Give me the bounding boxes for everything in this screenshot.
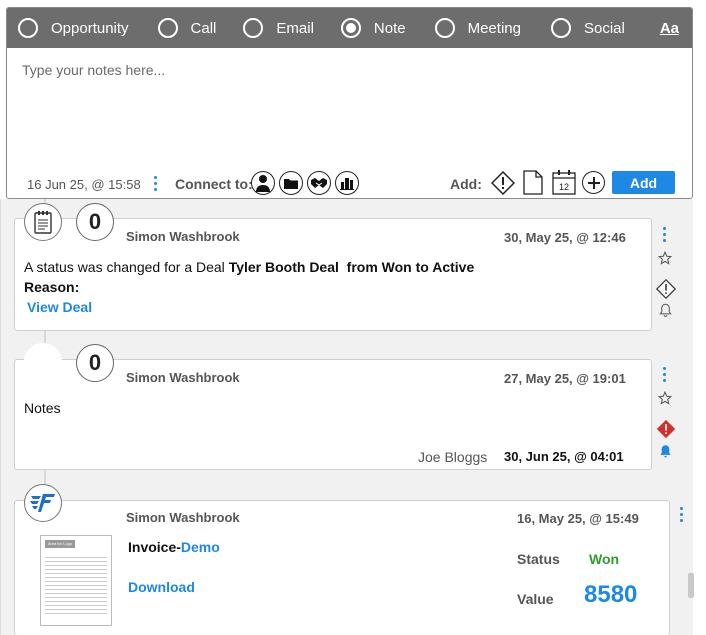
type-option-social[interactable]: Social	[550, 18, 625, 38]
type-option-call[interactable]: Call	[157, 18, 217, 38]
type-label-note: Note	[373, 19, 406, 37]
notes-input[interactable]	[7, 48, 692, 158]
feed-scrollbar[interactable]	[688, 573, 694, 598]
assignee-name: Joe Bloggs	[418, 449, 488, 465]
notepad-icon	[24, 203, 62, 241]
radio-email[interactable]	[243, 18, 264, 38]
card-menu-icon[interactable]	[680, 507, 684, 525]
activity-card: Simon Washbrook 16, May 25, @ 15:49 Area…	[14, 500, 670, 635]
type-label-opportunity: Opportunity	[51, 19, 129, 37]
invoice-title: Invoice-Demo	[128, 539, 220, 555]
star-icon[interactable]	[657, 390, 673, 410]
handshake-icon[interactable]	[307, 171, 331, 195]
add-note-button[interactable]: Add	[612, 171, 675, 194]
document-icon[interactable]	[523, 170, 543, 198]
invoice-link[interactable]: Demo	[181, 539, 220, 555]
card-date: 16, May 25, @ 15:49	[517, 511, 639, 526]
composer-footer: 16 Jun 25, @ 15:58 Connect to: Add: 12 A…	[7, 170, 692, 198]
plus-icon[interactable]	[582, 171, 605, 194]
radio-meeting[interactable]	[434, 18, 455, 38]
card-author: Simon Washbrook	[126, 510, 240, 525]
connect-to-label: Connect to:	[175, 176, 253, 192]
type-option-email[interactable]: Email	[243, 18, 314, 38]
type-option-opportunity[interactable]: Opportunity	[18, 18, 129, 38]
status-change-suffix: from Won to Active	[338, 259, 475, 275]
type-option-meeting[interactable]: Meeting	[434, 18, 521, 38]
view-deal-link[interactable]: View Deal	[27, 299, 92, 315]
empty-icon-circle	[24, 343, 62, 381]
value-label: Value	[517, 591, 554, 607]
brand-f-icon	[24, 484, 62, 522]
activity-card: Simon Washbrook 30, May 25, @ 12:46 A st…	[14, 218, 652, 331]
card-author: Simon Washbrook	[126, 370, 240, 385]
invoice-thumbnail[interactable]: Area for Logo	[40, 535, 112, 626]
calendar-icon[interactable]: 12	[552, 170, 576, 198]
activity-feed: Simon Washbrook 30, May 25, @ 12:46 A st…	[0, 199, 694, 635]
deal-value: 8580	[584, 581, 638, 608]
thumbnail-lines	[45, 554, 107, 614]
card-author: Simon Washbrook	[126, 229, 240, 244]
card-menu-icon[interactable]	[663, 227, 667, 245]
due-date: 30, Jun 25, @ 04:01	[504, 449, 624, 464]
type-label-call: Call	[190, 19, 217, 37]
priority-icon[interactable]	[655, 278, 677, 304]
status-label: Status	[517, 551, 560, 567]
status-change-prefix: A status was changed for a Deal	[24, 259, 229, 275]
bell-icon[interactable]	[659, 303, 672, 322]
comment-count-badge[interactable]: 0	[76, 344, 114, 382]
priority-icon[interactable]	[490, 170, 516, 198]
font-format-toggle[interactable]: Aa	[660, 20, 679, 37]
note-composer: Opportunity Call Email Note Meeting Soci…	[6, 7, 693, 199]
radio-note[interactable]	[340, 18, 361, 38]
thumbnail-logo-box: Area for Logo	[45, 540, 75, 548]
calendar-day-text: 12	[559, 182, 569, 192]
contact-icon[interactable]	[251, 171, 275, 195]
activity-card: Simon Washbrook 27, May 25, @ 19:01 Note…	[14, 359, 652, 470]
reason-label: Reason:	[24, 279, 80, 295]
download-link[interactable]: Download	[128, 579, 195, 595]
status-value: Won	[589, 551, 620, 567]
priority-alert-icon[interactable]	[656, 419, 676, 444]
add-label: Add:	[450, 176, 482, 192]
radio-social[interactable]	[550, 18, 571, 38]
card-date: 27, May 25, @ 19:01	[504, 371, 626, 386]
activity-type-bar: Opportunity Call Email Note Meeting Soci…	[7, 8, 692, 48]
folder-icon[interactable]	[279, 171, 303, 195]
radio-call[interactable]	[157, 18, 178, 38]
card-menu-icon[interactable]	[663, 367, 667, 385]
type-label-meeting: Meeting	[467, 19, 521, 37]
invoice-prefix: Invoice-	[128, 539, 181, 555]
type-label-email: Email	[276, 19, 314, 37]
company-icon[interactable]	[335, 171, 359, 195]
bell-active-icon[interactable]	[659, 444, 672, 463]
status-change-text: A status was changed for a Deal Tyler Bo…	[24, 259, 474, 275]
composer-timestamp: 16 Jun 25, @ 15:58	[27, 177, 141, 192]
star-icon[interactable]	[657, 250, 673, 270]
comment-count-badge[interactable]: 0	[76, 203, 114, 241]
deal-name: Tyler Booth Deal	[228, 259, 339, 275]
type-option-note[interactable]: Note	[340, 18, 406, 38]
note-text: Notes	[24, 400, 61, 416]
card-date: 30, May 25, @ 12:46	[504, 230, 626, 245]
radio-opportunity[interactable]	[18, 18, 38, 38]
timestamp-menu-icon[interactable]	[154, 176, 158, 194]
type-label-social: Social	[583, 19, 625, 37]
